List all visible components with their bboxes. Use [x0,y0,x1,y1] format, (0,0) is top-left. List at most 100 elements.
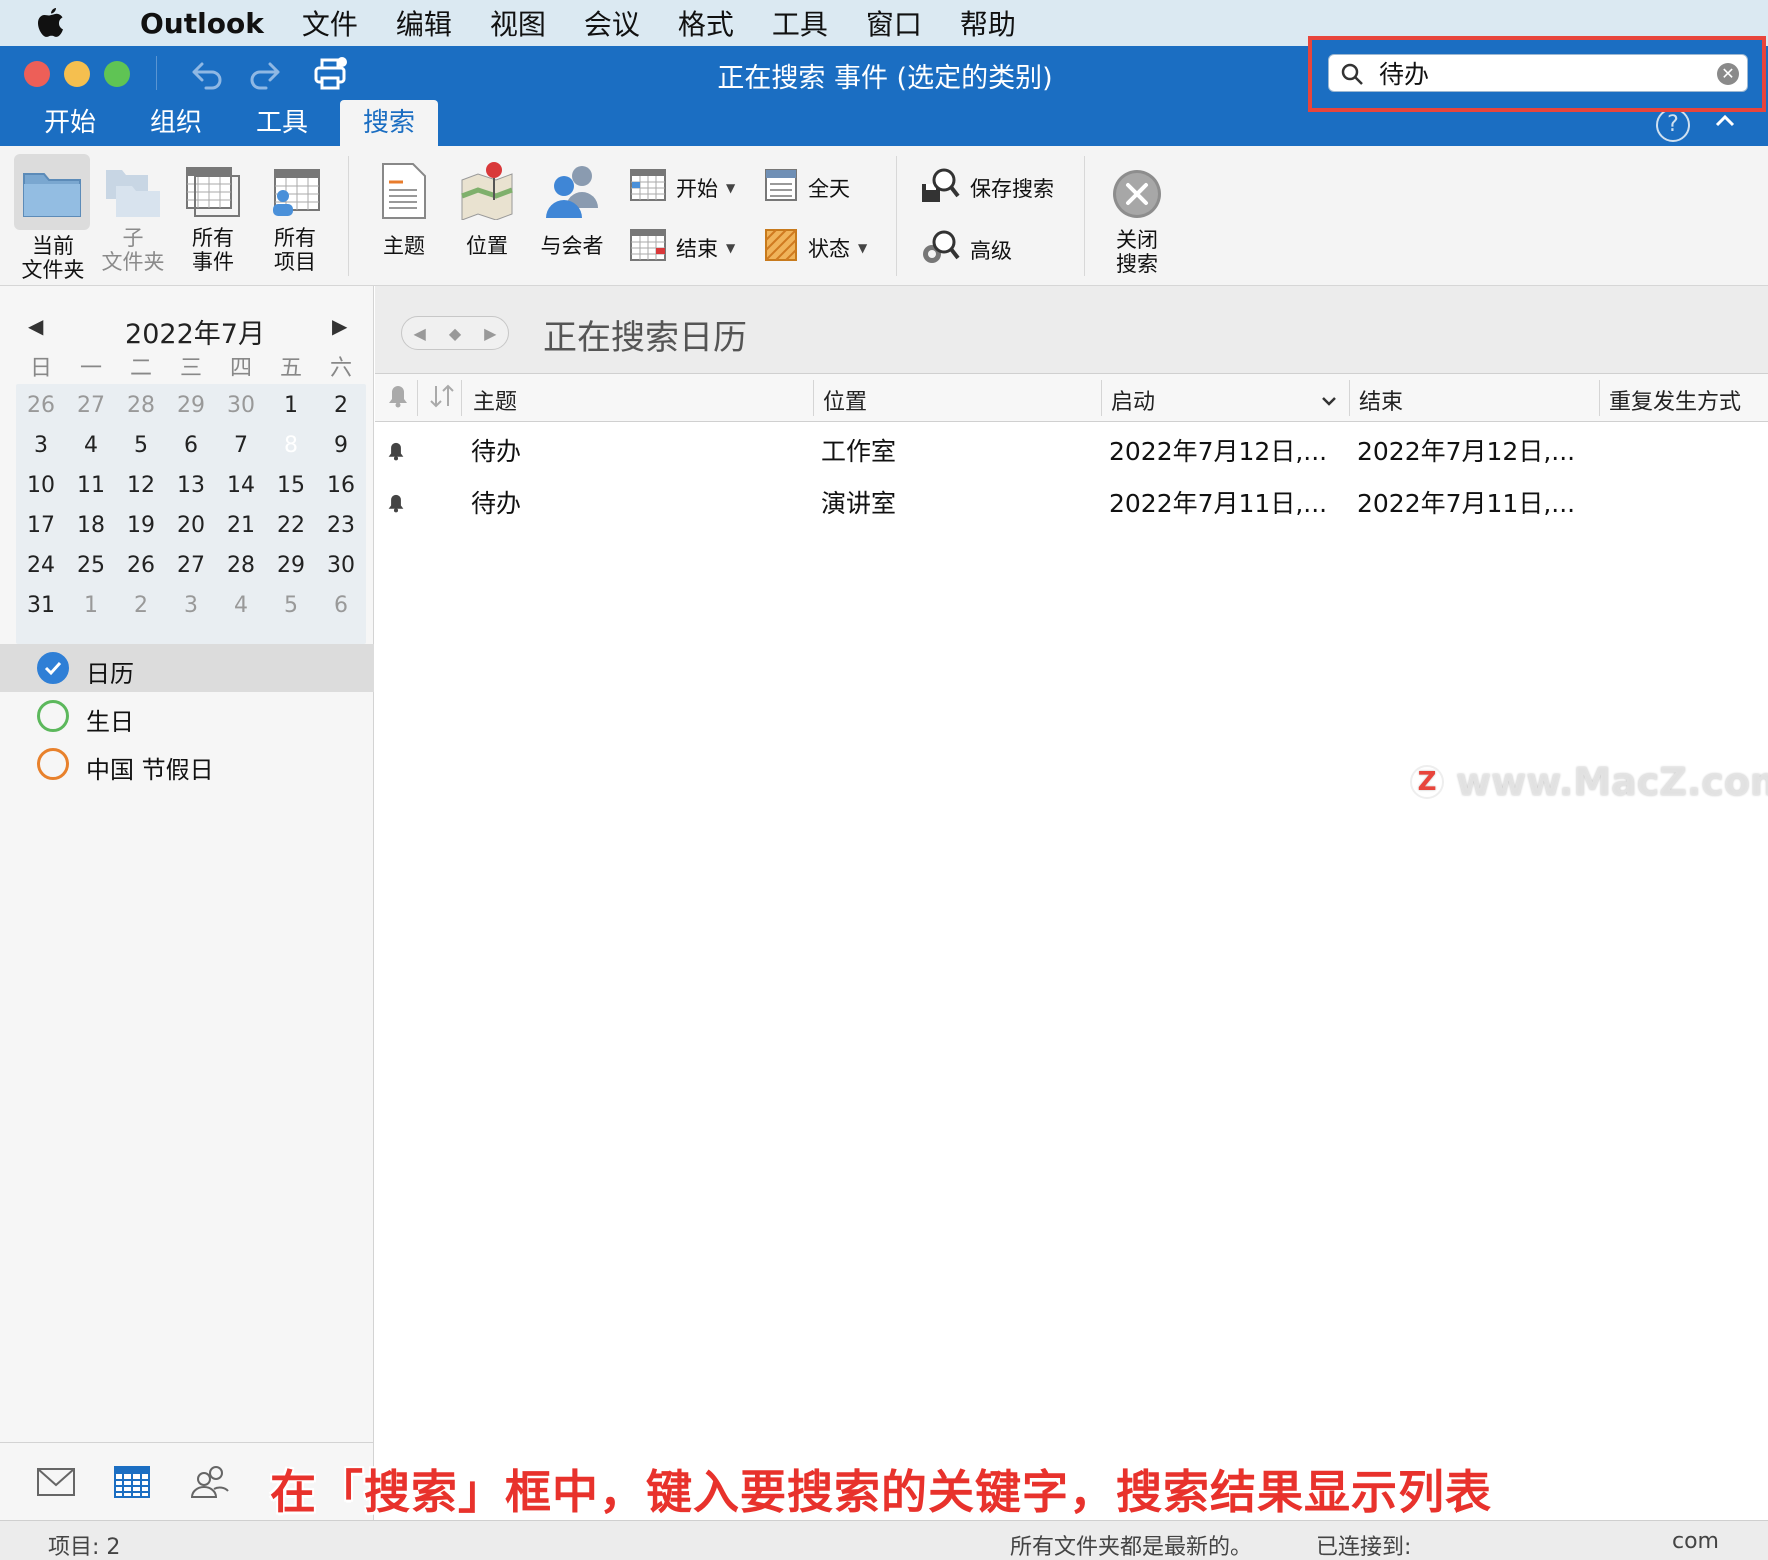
calendar-day[interactable]: 5 [116,426,166,466]
calendar-day[interactable]: 27 [166,546,216,586]
collapse-ribbon-icon[interactable] [1714,110,1736,138]
calendar-item-china-holidays[interactable]: 中国 节假日 [0,740,374,788]
calendar-day[interactable]: 18 [66,506,116,546]
menu-app-name[interactable]: Outlook [140,7,264,40]
column-end[interactable]: 结束 [1359,384,1403,416]
calendar-day[interactable]: 4 [66,426,116,466]
search-input[interactable] [1379,57,1699,89]
calendar-day[interactable]: 17 [16,506,66,546]
column-recurrence[interactable]: 重复发生方式 [1609,384,1741,416]
calendar-day[interactable]: 5 [266,586,316,626]
clear-search-icon[interactable]: ✕ [1717,63,1739,85]
calendar-day[interactable]: 31 [16,586,66,626]
save-search-button[interactable]: 保存搜索 [920,166,1054,209]
checkbox-unchecked-icon[interactable] [37,700,69,732]
calendar-day[interactable]: 23 [316,506,366,546]
table-row[interactable]: 待办 演讲室 2022年7月11日,... 2022年7月11日,... [375,474,1768,526]
column-subject[interactable]: 主题 [473,384,517,416]
calendar-day[interactable]: 7 [216,426,266,466]
calendar-day[interactable]: 26 [16,386,66,426]
calendar-day[interactable]: 19 [116,506,166,546]
search-box[interactable]: ✕ [1328,54,1748,92]
date-navigator[interactable]: ◀ ◆ ▶ [401,316,509,350]
tab-search[interactable]: 搜索 [340,100,438,146]
calendar-day[interactable]: 2 [116,586,166,626]
column-start[interactable]: 启动 [1111,384,1155,416]
calendar-day[interactable]: 25 [66,546,116,586]
checkbox-unchecked-icon[interactable] [37,748,69,780]
close-window-button[interactable] [24,61,50,87]
help-icon[interactable]: ? [1656,108,1690,142]
all-events-button[interactable]: 所有 事件 [180,164,246,274]
table-row[interactable]: 待办 工作室 2022年7月12日,... 2022年7月12日,... [375,422,1768,474]
close-search-button[interactable]: 关闭 搜索 [1106,168,1168,276]
calendar-day[interactable]: 4 [216,586,266,626]
calendar-day[interactable]: 22 [266,506,316,546]
calendar-day[interactable]: 15 [266,466,316,506]
forward-icon[interactable]: ▶ [484,324,496,343]
calendar-day[interactable]: 29 [266,546,316,586]
calendar-day[interactable]: 26 [116,546,166,586]
print-icon[interactable] [310,54,350,94]
calendar-day[interactable]: 21 [216,506,266,546]
apple-logo-icon[interactable] [36,0,94,46]
tab-organize[interactable]: 组织 [136,100,216,146]
calendar-day[interactable]: 12 [116,466,166,506]
all-day-filter-button[interactable]: 全天 [764,168,850,207]
today-icon[interactable]: ◆ [449,324,461,343]
prev-month-icon[interactable]: ◀ [28,314,43,338]
calendar-day[interactable]: 3 [16,426,66,466]
calendar-day[interactable]: 2 [316,386,366,426]
column-location[interactable]: 位置 [823,384,867,416]
menu-view[interactable]: 视图 [490,3,546,43]
calendar-item-birthday[interactable]: 生日 [0,692,374,740]
calendar-day[interactable]: 20 [166,506,216,546]
mail-icon[interactable] [36,1467,76,1501]
next-month-icon[interactable]: ▶ [332,314,347,338]
calendar-day[interactable]: 11 [66,466,116,506]
undo-icon[interactable] [186,54,226,94]
menu-window[interactable]: 窗口 [866,3,922,43]
reminder-column-icon[interactable] [387,384,409,414]
calendar-day[interactable]: 28 [216,546,266,586]
calendar-day[interactable]: 14 [216,466,266,506]
menu-file[interactable]: 文件 [302,3,358,43]
calendar-day[interactable]: 9 [316,426,366,466]
menu-tools[interactable]: 工具 [772,3,828,43]
sort-column-icon[interactable] [429,384,455,414]
location-filter-button[interactable]: 位置 [454,160,520,258]
calendar-day[interactable]: 1 [66,586,116,626]
calendar-day[interactable]: 30 [316,546,366,586]
status-filter-button[interactable]: 状态 ▼ [764,228,867,267]
tab-tools[interactable]: 工具 [242,100,322,146]
calendar-day[interactable]: 16 [316,466,366,506]
back-icon[interactable]: ◀ [414,324,426,343]
contacts-icon[interactable] [190,1463,230,1503]
calendar-day[interactable]: 28 [116,386,166,426]
calendar-day[interactable]: 3 [166,586,216,626]
calendar-day[interactable]: 13 [166,466,216,506]
current-folder-button[interactable]: 当前 文件夹 [14,154,92,282]
menu-format[interactable]: 格式 [678,3,734,43]
all-items-button[interactable]: 所有 项目 [262,164,328,274]
menu-help[interactable]: 帮助 [960,3,1016,43]
calendar-day-today[interactable]: 8 [266,426,316,466]
minimize-window-button[interactable] [64,61,90,87]
calendar-day[interactable]: 24 [16,546,66,586]
start-filter-button[interactable]: 开始 ▼ [630,168,735,207]
advanced-search-button[interactable]: 高级 [920,228,1012,271]
subfolders-button[interactable]: 子 文件夹 [98,164,168,274]
calendar-day[interactable]: 27 [66,386,116,426]
end-filter-button[interactable]: 结束 ▼ [630,228,735,267]
tab-home[interactable]: 开始 [30,100,110,146]
calendar-day[interactable]: 30 [216,386,266,426]
calendar-day[interactable]: 6 [316,586,366,626]
menu-edit[interactable]: 编辑 [396,3,452,43]
calendar-day[interactable]: 6 [166,426,216,466]
calendar-item-calendar[interactable]: 日历 [0,644,374,692]
attendees-filter-button[interactable]: 与会者 [536,160,608,258]
menu-meeting[interactable]: 会议 [584,3,640,43]
subject-filter-button[interactable]: 主题 [372,162,436,258]
calendar-icon[interactable] [114,1465,150,1503]
calendar-day[interactable]: 10 [16,466,66,506]
